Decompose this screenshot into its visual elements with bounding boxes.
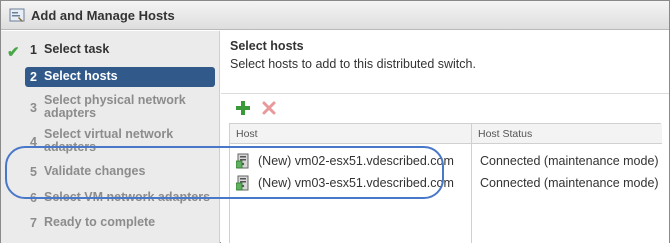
host-name: (New) vm03-esx51.vdescribed.com	[258, 176, 454, 190]
step-number: 3	[30, 101, 37, 115]
column-header-host-status[interactable]: Host Status	[478, 128, 532, 140]
step-label: Select VM network adapters	[44, 190, 211, 204]
host-name: (New) vm02-esx51.vdescribed.com	[258, 154, 454, 168]
step-number: 7	[30, 216, 37, 230]
page-description: Select hosts to add to this distributed …	[230, 57, 476, 71]
step-number: 5	[30, 165, 37, 179]
grid-toolbar	[221, 93, 669, 123]
host-status: Connected (maintenance mode)	[480, 176, 659, 190]
wizard-icon	[9, 8, 25, 22]
table-row[interactable]: (New) vm03-esx51.vdescribed.com Connecte…	[230, 172, 662, 194]
add-manage-hosts-dialog: Add and Manage Hosts ✔ 1 Select task 2 S…	[0, 0, 670, 243]
step-label: Select task	[44, 42, 110, 56]
page-title: Select hosts	[230, 39, 304, 53]
host-status: Connected (maintenance mode)	[480, 154, 659, 168]
dialog-title: Add and Manage Hosts	[31, 8, 175, 23]
remove-x-icon[interactable]	[261, 100, 277, 116]
grid-header: Host Host Status	[230, 124, 662, 144]
host-server-icon	[236, 153, 249, 169]
step-label: Select virtual network adapters	[44, 127, 174, 154]
step-number: 1	[30, 43, 37, 57]
step-number: 2	[30, 70, 37, 84]
title-bar: Add and Manage Hosts	[1, 1, 669, 30]
step-label: Validate changes	[44, 164, 146, 178]
hosts-grid: Host Host Status (New) vm02-esx51.vdescr…	[229, 123, 662, 243]
host-server-icon	[236, 175, 249, 191]
table-row[interactable]: (New) vm02-esx51.vdescribed.com Connecte…	[230, 150, 662, 172]
step-number: 4	[30, 135, 37, 149]
step-number: 6	[30, 191, 37, 205]
step-label: Select hosts	[44, 69, 118, 83]
main-panel: Select hosts Select hosts to add to this…	[221, 31, 669, 243]
step-label: Ready to complete	[44, 215, 156, 229]
checkmark-icon: ✔	[7, 44, 20, 61]
add-plus-icon[interactable]	[235, 100, 251, 116]
column-header-host[interactable]: Host	[236, 128, 258, 140]
wizard-steps-sidebar: ✔ 1 Select task 2 Select hosts 3 Select …	[1, 31, 220, 243]
step-label: Select physical network adapters	[44, 93, 186, 120]
